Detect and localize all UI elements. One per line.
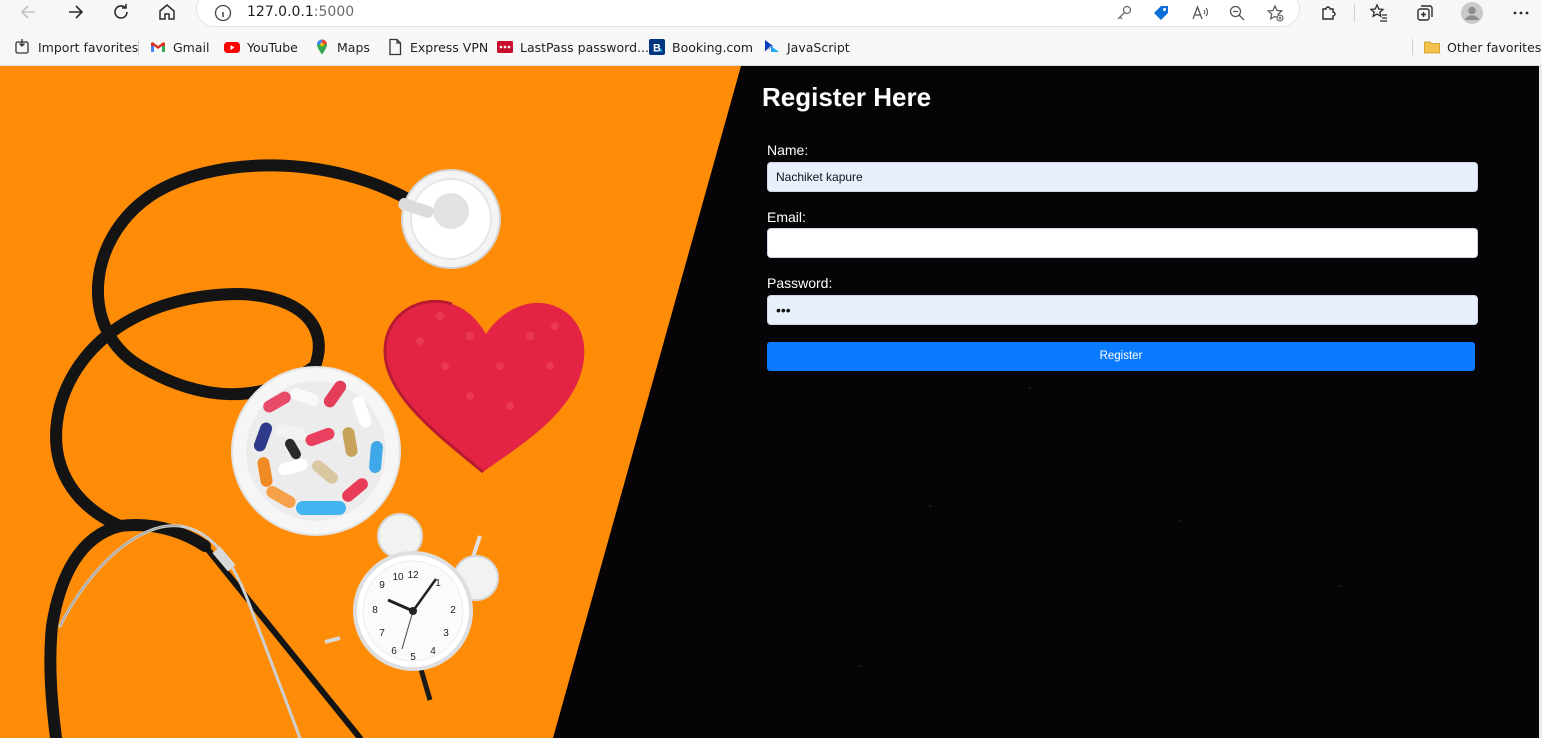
page-icon [386, 38, 404, 56]
extensions-button[interactable] [1316, 1, 1342, 25]
favorite-javascript[interactable]: JavaScript [763, 37, 850, 57]
favorite-express-vpn[interactable]: Express VPN [386, 37, 488, 57]
avatar-icon [1461, 2, 1483, 24]
svg-text:8: 8 [372, 605, 378, 616]
favorite-label: Gmail [173, 39, 210, 55]
favorite-youtube[interactable]: YouTube [223, 37, 298, 57]
favorites-divider [138, 39, 139, 55]
register-button[interactable]: Register [767, 342, 1475, 371]
address-bar[interactable]: 127.0.0.1:5000 [197, 0, 1299, 26]
home-icon [159, 4, 175, 20]
javascript-icon [763, 38, 781, 56]
favorite-import[interactable]: Import favorites [14, 37, 138, 57]
favorite-lastpass[interactable]: LastPass password... [496, 37, 649, 57]
page-content: 1212345678910 Register Here Name: Email:… [0, 66, 1542, 738]
shopping-tag-button[interactable] [1151, 3, 1171, 23]
lastpass-icon [496, 38, 514, 56]
collections-icon [1417, 5, 1433, 21]
favorite-maps[interactable]: Maps [313, 37, 370, 57]
favorites-list-icon [1369, 3, 1387, 22]
tag-icon [1154, 6, 1168, 20]
password-label: Password: [767, 275, 833, 291]
more-horizontal-icon [1513, 11, 1529, 15]
gmail-icon [149, 38, 167, 56]
site-info-icon[interactable] [214, 4, 232, 22]
favorites-button[interactable] [1366, 1, 1392, 25]
forward-button[interactable] [61, 0, 89, 24]
booking-icon: B [648, 38, 666, 56]
back-arrow-icon [20, 5, 35, 19]
browser-toolbar: 127.0.0.1:5000 [0, 0, 1542, 28]
svg-text:3: 3 [443, 628, 449, 639]
favorite-booking[interactable]: B Booking.com [648, 37, 753, 57]
svg-text:12: 12 [407, 570, 419, 581]
other-favorites-folder[interactable]: Other favorites [1423, 37, 1541, 57]
profile-button[interactable] [1459, 1, 1485, 25]
puzzle-icon [1322, 6, 1336, 20]
star-add-icon [1266, 4, 1284, 22]
key-icon [1117, 5, 1132, 20]
settings-menu-button[interactable] [1508, 1, 1534, 25]
page-title: Register Here [762, 82, 932, 112]
password-field[interactable] [767, 295, 1478, 325]
address-url[interactable]: 127.0.0.1:5000 [247, 4, 354, 20]
favorite-label: Maps [337, 39, 370, 55]
toolbar-divider [1354, 4, 1355, 22]
youtube-icon [223, 38, 241, 56]
read-aloud-icon [1192, 5, 1209, 20]
favorite-label: Express VPN [410, 39, 489, 55]
svg-text:2: 2 [450, 605, 456, 616]
read-aloud-button[interactable] [1190, 3, 1210, 23]
name-label: Name: [767, 142, 809, 158]
refresh-icon [114, 4, 128, 19]
add-favorite-button[interactable] [1265, 3, 1285, 23]
favorite-label: Import favorites [38, 39, 139, 55]
favorite-label: YouTube [247, 39, 298, 55]
svg-text:6: 6 [391, 646, 397, 657]
favorites-divider [1412, 39, 1413, 55]
back-button[interactable] [15, 0, 43, 24]
zoom-out-icon [1229, 5, 1245, 21]
url-host: 127.0.0.1 [247, 4, 314, 20]
favorite-gmail[interactable]: Gmail [149, 37, 209, 57]
home-button[interactable] [153, 0, 181, 24]
zoom-button[interactable] [1227, 3, 1247, 23]
email-label: Email: [767, 209, 806, 225]
refresh-button[interactable] [107, 0, 135, 24]
name-field[interactable] [767, 162, 1478, 192]
favorite-label: Booking.com [672, 39, 754, 55]
other-favorites-label: Other favorites [1447, 39, 1542, 55]
email-field[interactable] [767, 228, 1478, 258]
svg-text:B: B [653, 43, 661, 55]
svg-text:4: 4 [430, 646, 436, 657]
maps-icon [313, 38, 331, 56]
password-key-button[interactable] [1114, 3, 1134, 23]
svg-text:9: 9 [379, 580, 385, 591]
collections-button[interactable] [1412, 1, 1438, 25]
favorite-label: LastPass password... [520, 39, 649, 55]
forward-arrow-icon [69, 5, 84, 19]
svg-text:10: 10 [392, 572, 404, 583]
favorite-label: JavaScript [787, 39, 850, 55]
import-icon [14, 38, 32, 56]
svg-text:5: 5 [410, 652, 416, 663]
favorites-bar: Import favorites Gmail YouTube Maps Expr… [0, 28, 1542, 66]
folder-icon [1423, 38, 1441, 56]
url-port: :5000 [313, 4, 355, 20]
svg-text:7: 7 [379, 628, 385, 639]
